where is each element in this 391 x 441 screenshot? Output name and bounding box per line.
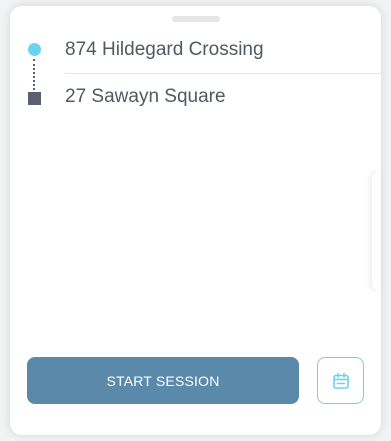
bottom-sheet: 874 Hildegard Crossing 27 Sawayn Square … bbox=[10, 6, 381, 435]
start-session-button[interactable]: START SESSION bbox=[27, 357, 299, 404]
side-panel-edge bbox=[372, 171, 381, 291]
origin-address[interactable]: 874 Hildegard Crossing bbox=[65, 39, 264, 61]
destination-address[interactable]: 27 Sawayn Square bbox=[65, 86, 226, 108]
drag-handle[interactable] bbox=[172, 16, 220, 22]
destination-marker-icon bbox=[28, 92, 41, 105]
calendar-icon bbox=[332, 372, 349, 389]
address-divider bbox=[65, 73, 381, 74]
route-connector bbox=[33, 59, 35, 90]
origin-marker-icon bbox=[28, 43, 41, 56]
schedule-button[interactable] bbox=[317, 357, 364, 404]
